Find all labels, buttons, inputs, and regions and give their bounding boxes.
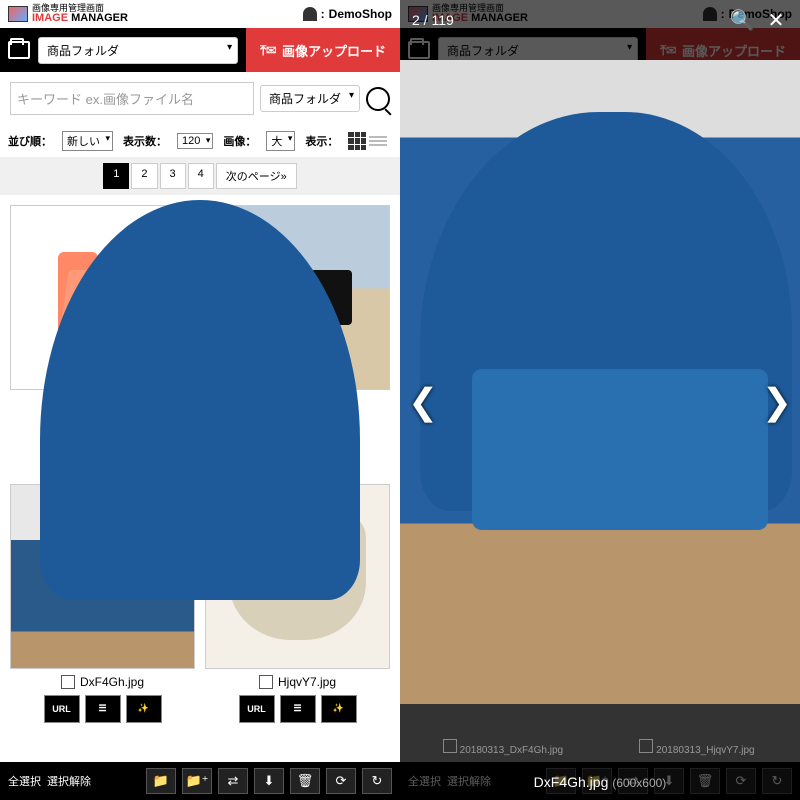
footer-rotate-button[interactable]: ↻ <box>362 768 392 794</box>
footer-move-button[interactable]: ⇄ <box>218 768 248 794</box>
lightbox-image <box>400 60 800 704</box>
footer-delete-button[interactable]: 🗑 <box>290 768 320 794</box>
select-all-button[interactable]: 全選択 <box>8 773 41 789</box>
item-checkbox[interactable] <box>259 675 273 689</box>
app-logo: 画像専用管理画面 IMAGE MANAGER <box>8 4 128 24</box>
upload-icon: ⤒✉ <box>260 42 276 59</box>
item-name: DxF4Gh.jpg <box>80 675 144 689</box>
deselect-button[interactable]: 選択解除 <box>47 773 91 789</box>
user-label: : DemoShop <box>303 7 392 21</box>
grid-view-icon[interactable] <box>348 132 366 150</box>
list-button[interactable]: ☰ <box>280 695 316 723</box>
folder-icon <box>8 41 30 59</box>
sort-select[interactable]: 新しい <box>62 131 113 151</box>
sort-label: 並び順： <box>8 133 52 149</box>
search-input[interactable]: キーワード ex.画像ファイル名 <box>10 82 254 115</box>
upload-button[interactable]: ⤒✉ 画像アップロード <box>246 28 400 72</box>
magic-button[interactable]: ✨ <box>126 695 162 723</box>
footer-folder-button[interactable]: 📁 <box>146 768 176 794</box>
search-icon[interactable] <box>366 87 390 111</box>
page-3[interactable]: 3 <box>160 163 186 189</box>
size-label: 画像： <box>223 133 256 149</box>
page-1[interactable]: 1 <box>103 163 129 189</box>
prev-arrow-icon[interactable]: ❮ <box>408 381 438 423</box>
thumbnail[interactable] <box>10 484 195 669</box>
item-name: HjqvY7.jpg <box>278 675 336 689</box>
list-view-icon[interactable] <box>369 132 387 150</box>
size-select[interactable]: 大 <box>266 131 295 151</box>
url-button[interactable]: URL <box>44 695 80 723</box>
url-button[interactable]: URL <box>239 695 275 723</box>
view-label: 表示： <box>305 133 338 149</box>
page-4[interactable]: 4 <box>188 163 214 189</box>
footer-download-button[interactable]: ⬇ <box>254 768 284 794</box>
count-select[interactable]: 120 <box>177 133 213 149</box>
page-2[interactable]: 2 <box>131 163 157 189</box>
pagination: 1 2 3 4 次のページ» <box>0 157 400 195</box>
item-card: DxF4Gh.jpg URL ☰ ✨ <box>10 484 195 753</box>
magic-button[interactable]: ✨ <box>321 695 357 723</box>
page-next[interactable]: 次のページ» <box>216 163 297 189</box>
lightbox-counter: 2 / 119 <box>412 12 454 28</box>
count-label: 表示数： <box>123 133 167 149</box>
footer-refresh-button[interactable]: ⟳ <box>326 768 356 794</box>
lightbox-filename: DxF4Gh.jpg <box>534 774 609 790</box>
search-scope-select[interactable]: 商品フォルダ <box>260 85 360 112</box>
item-checkbox[interactable] <box>61 675 75 689</box>
user-icon <box>303 7 317 21</box>
zoom-icon[interactable]: 🔍 <box>730 8 754 32</box>
next-arrow-icon[interactable]: ❯ <box>762 381 792 423</box>
close-icon[interactable]: ✕ <box>764 8 788 32</box>
footer-newfolder-button[interactable]: 📁⁺ <box>182 768 212 794</box>
folder-select[interactable]: 商品フォルダ <box>38 37 238 64</box>
list-button[interactable]: ☰ <box>85 695 121 723</box>
lightbox-dims: (600x600) <box>612 776 666 790</box>
